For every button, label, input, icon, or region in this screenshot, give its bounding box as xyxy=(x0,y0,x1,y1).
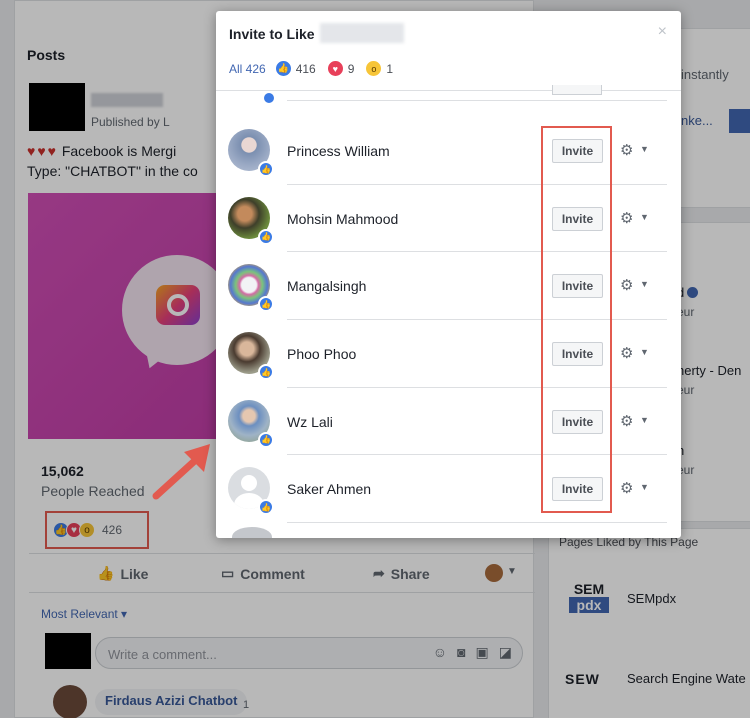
person-name[interactable]: Mohsin Mahmood xyxy=(287,211,398,227)
list-item: 👍 Saker Ahmen Invite ⚙ ▼ xyxy=(216,455,681,524)
dialog-title: Invite to Like xyxy=(229,26,315,42)
gear-icon[interactable]: ⚙ xyxy=(620,209,633,227)
chevron-down-icon[interactable]: ▼ xyxy=(640,415,649,425)
gear-icon[interactable]: ⚙ xyxy=(620,479,633,497)
like-icon: 👍 xyxy=(258,499,274,516)
person-name[interactable]: Saker Ahmen xyxy=(287,481,371,497)
like-icon: 👍 xyxy=(258,161,274,177)
like-icon: 👍 xyxy=(258,228,274,245)
chevron-down-icon[interactable]: ▼ xyxy=(640,347,649,357)
like-icon: 👍 xyxy=(258,364,274,381)
row-divider xyxy=(287,522,667,524)
invite-button-partial[interactable] xyxy=(552,85,602,95)
list-item: 👍 Mohsin Mahmood Invite ⚙ ▼ xyxy=(216,185,681,253)
chevron-down-icon[interactable]: ▼ xyxy=(640,144,649,154)
person-name[interactable]: Wz Lali xyxy=(287,414,333,430)
invite-button[interactable]: Invite xyxy=(552,139,603,163)
invite-button[interactable]: Invite xyxy=(552,342,603,367)
person-name[interactable]: Princess William xyxy=(287,143,390,159)
gear-icon[interactable]: ⚙ xyxy=(620,276,633,294)
love-icon: ♥ xyxy=(327,61,343,76)
like-icon: 👍 xyxy=(258,431,274,448)
chevron-down-icon[interactable]: ▼ xyxy=(640,212,649,222)
invite-to-like-dialog: Invite to Like × All 426 👍 416 ♥ 9 o1 👍 Pr… xyxy=(216,11,681,538)
invite-button[interactable]: Invite xyxy=(552,477,603,502)
annotation-arrow xyxy=(152,444,210,500)
like-icon: 👍 xyxy=(275,61,291,76)
invite-button[interactable]: Invite xyxy=(552,409,603,434)
wow-icon: o xyxy=(366,61,382,76)
gear-icon[interactable]: ⚙ xyxy=(620,344,633,362)
tab-all[interactable]: All 426 xyxy=(229,62,266,76)
gear-icon[interactable]: ⚙ xyxy=(620,141,633,159)
tab-love[interactable]: ♥ 9 xyxy=(327,61,354,76)
chevron-down-icon[interactable]: ▼ xyxy=(640,482,649,492)
list-item: 👍 Phoo Phoo Invite ⚙ ▼ xyxy=(216,320,681,388)
gear-icon[interactable]: ⚙ xyxy=(620,412,633,430)
avatar[interactable] xyxy=(232,527,272,538)
list-item: 👍 Mangalsingh Invite ⚙ ▼ xyxy=(216,252,681,321)
invite-button[interactable]: Invite xyxy=(552,206,603,231)
like-icon: 👍 xyxy=(258,296,274,313)
tab-like[interactable]: 👍 416 xyxy=(275,61,316,76)
invite-button[interactable]: Invite xyxy=(552,274,603,299)
person-name[interactable]: Mangalsingh xyxy=(287,278,366,294)
page-name-blurred xyxy=(320,23,404,43)
list-item-partial xyxy=(216,527,681,538)
reaction-filter-tabs: All 426 👍 416 ♥ 9 o1 xyxy=(229,61,399,76)
like-icon xyxy=(262,91,276,105)
tab-wow[interactable]: o1 xyxy=(366,61,393,76)
list-item: 👍 Princess William Invite ⚙ ▼ xyxy=(216,117,681,185)
list-item-partial xyxy=(216,85,681,105)
close-icon[interactable]: × xyxy=(658,23,667,41)
chevron-down-icon[interactable]: ▼ xyxy=(640,279,649,289)
list-item: 👍 Wz Lali Invite ⚙ ▼ xyxy=(216,388,681,456)
row-divider xyxy=(287,100,667,101)
people-list: 👍 Princess William Invite ⚙ ▼ 👍 Mohsin M… xyxy=(216,117,681,524)
person-name[interactable]: Phoo Phoo xyxy=(287,346,356,362)
